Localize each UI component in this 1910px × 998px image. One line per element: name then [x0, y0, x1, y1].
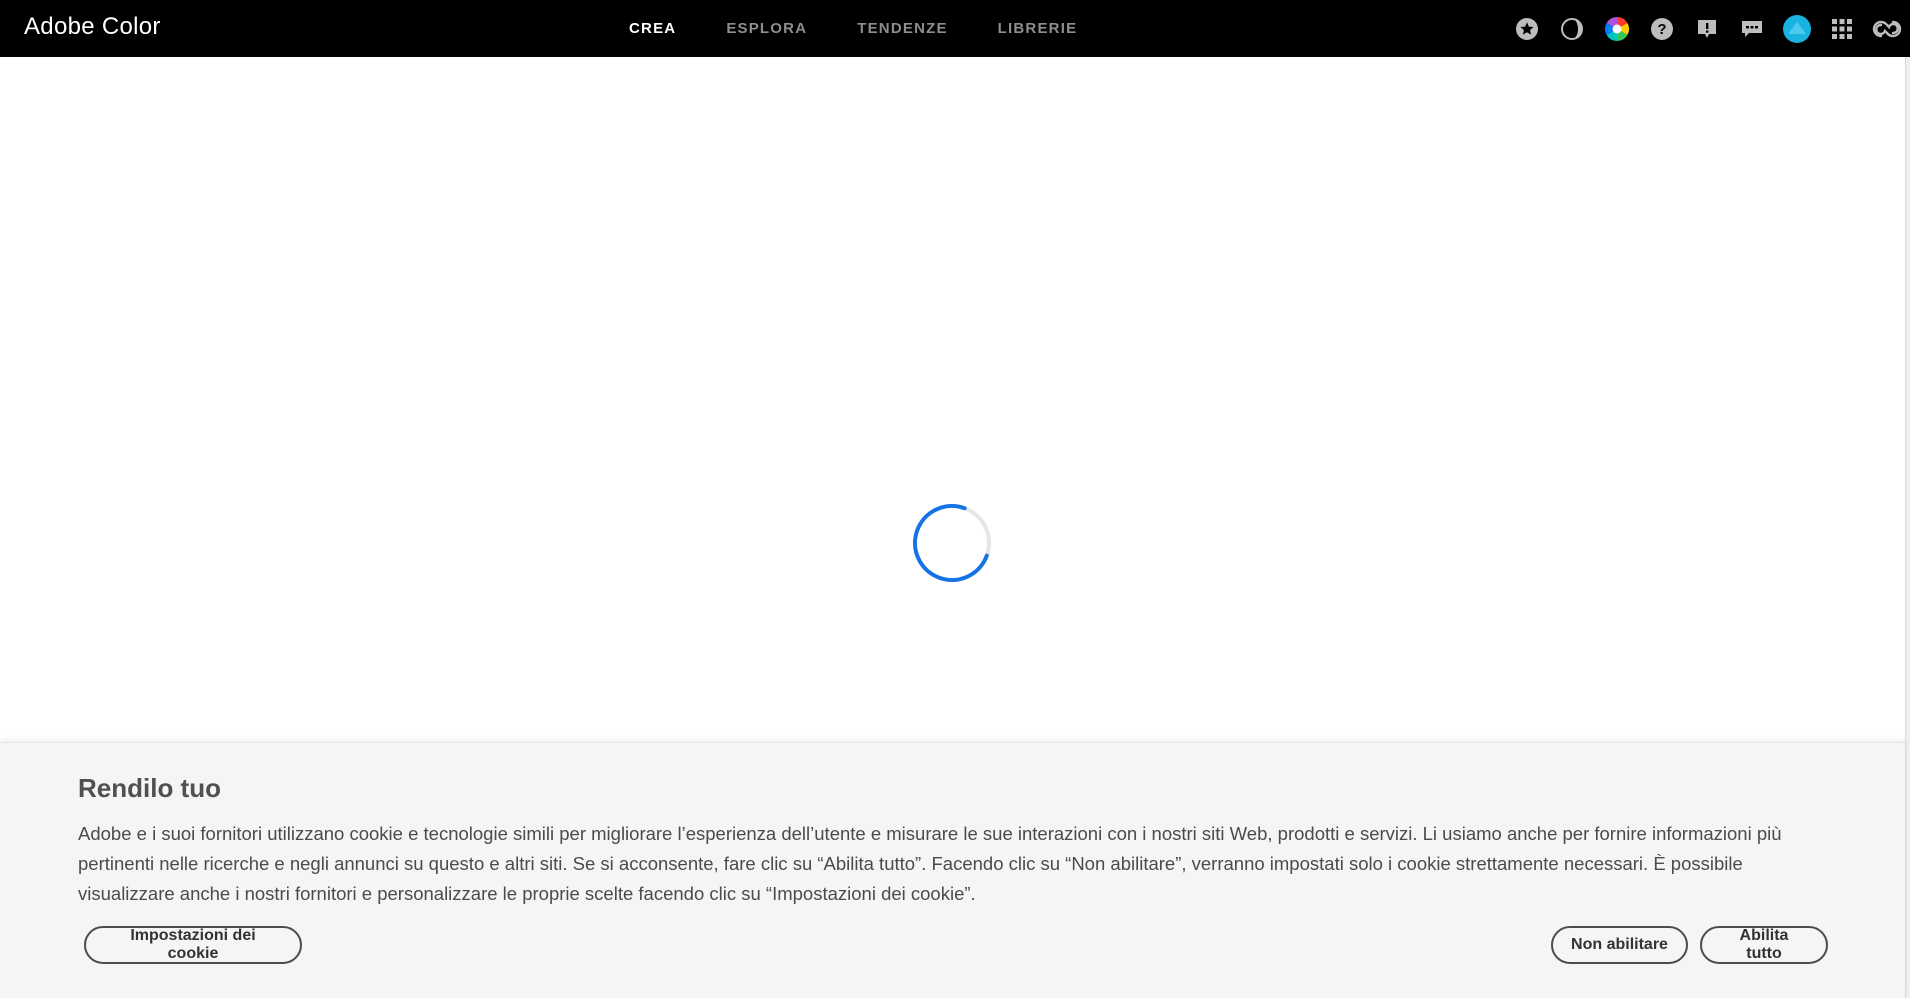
header-toolbar: ? — [1504, 0, 1909, 57]
main-nav: CREA ESPLORA TENDENZE LIBRERIE — [629, 0, 1077, 57]
loading-spinner-icon — [913, 504, 991, 582]
chat-icon — [1741, 20, 1762, 37]
feedback-alert-icon — [1697, 19, 1716, 38]
nav-tab-crea[interactable]: CREA — [629, 20, 676, 37]
contrast-button[interactable] — [1549, 0, 1594, 57]
chat-button[interactable] — [1729, 0, 1774, 57]
star-badge-icon — [1515, 17, 1538, 40]
nav-tab-librerie[interactable]: LIBRERIE — [998, 20, 1078, 37]
color-wheel-button[interactable] — [1594, 0, 1639, 57]
cookie-consent-banner: Rendilo tuo Adobe e i suoi fornitori uti… — [0, 742, 1905, 998]
vertical-scrollbar[interactable] — [1905, 57, 1910, 998]
contrast-icon — [1560, 17, 1583, 40]
help-icon: ? — [1650, 17, 1673, 40]
user-avatar — [1782, 14, 1811, 43]
top-navigation-bar: Adobe Color CREA ESPLORA TENDENZE LIBRER… — [0, 0, 1910, 57]
apps-grid-button[interactable] — [1819, 0, 1864, 57]
svg-text:?: ? — [1657, 21, 1666, 38]
creative-cloud-icon — [1872, 20, 1901, 37]
help-button[interactable]: ? — [1639, 0, 1684, 57]
cookie-banner-text: Adobe e i suoi fornitori utilizzano cook… — [78, 823, 1782, 904]
nav-tab-esplora[interactable]: ESPLORA — [726, 20, 807, 37]
accept-all-cookies-button[interactable]: Abilita tutto — [1700, 926, 1828, 964]
apps-grid-icon — [1831, 18, 1852, 39]
feedback-alert-button[interactable] — [1684, 0, 1729, 57]
decline-cookies-button[interactable]: Non abilitare — [1551, 926, 1688, 964]
cookie-settings-button[interactable]: Impostazioni dei cookie — [84, 926, 302, 964]
loading-spinner — [912, 503, 992, 583]
cookie-banner-title: Rendilo tuo — [78, 773, 221, 803]
user-avatar-button[interactable] — [1774, 0, 1819, 57]
nav-tab-tendenze[interactable]: TENDENZE — [857, 20, 947, 37]
brand-logo[interactable]: Adobe Color — [24, 13, 161, 41]
star-badge-button[interactable] — [1504, 0, 1549, 57]
color-wheel-icon — [1604, 16, 1629, 41]
app-window: Adobe Color CREA ESPLORA TENDENZE LIBRER… — [0, 0, 1910, 998]
creative-cloud-button[interactable] — [1864, 0, 1909, 57]
